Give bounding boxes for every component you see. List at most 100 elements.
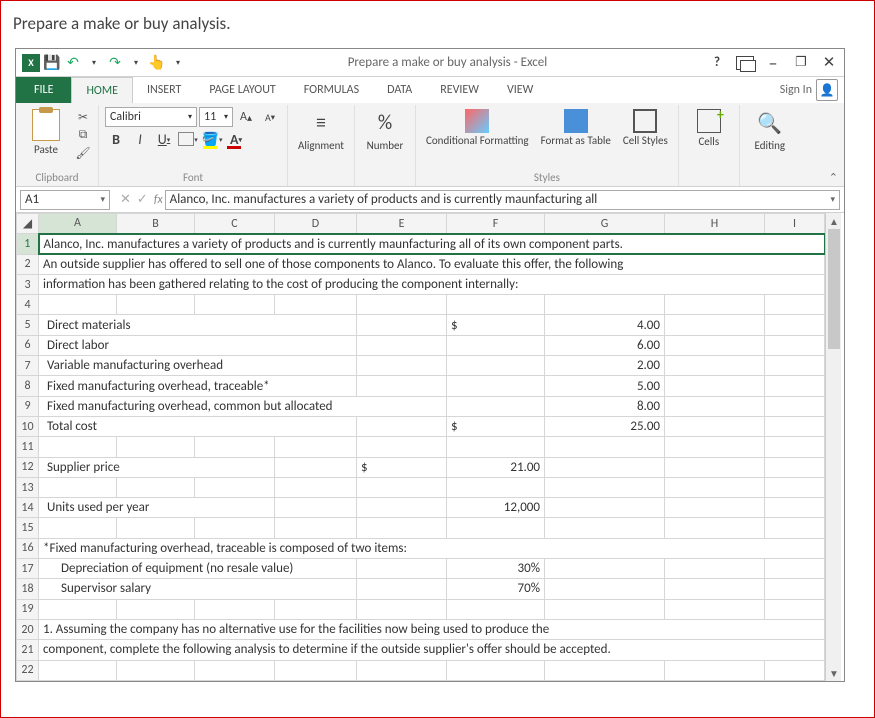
row-header-5[interactable]: 5 (17, 315, 39, 335)
cell-G9[interactable]: 8.00 (545, 396, 665, 416)
col-header-F[interactable]: F (447, 214, 545, 234)
col-header-G[interactable]: G (545, 214, 665, 234)
cell-A16[interactable]: *Fixed manufacturing overhead, traceable… (39, 538, 825, 558)
cell-F17[interactable]: 30% (447, 559, 545, 579)
shrink-font-icon[interactable]: A▾ (259, 107, 281, 127)
editing-button[interactable]: 🔍 Editing (746, 107, 794, 154)
formula-bar[interactable]: Alanco, Inc. manufactures a variety of p… (165, 190, 840, 210)
cell-F5[interactable]: $ (447, 315, 545, 335)
cell-A9[interactable]: Fixed manufacturing overhead, common but… (39, 396, 447, 416)
row-header-4[interactable]: 4 (17, 295, 39, 315)
tab-review[interactable]: REVIEW (426, 77, 493, 103)
cell-A17[interactable]: Depreciation of equipment (no resale val… (39, 559, 357, 579)
font-size-select[interactable]: 11▾ (199, 107, 233, 127)
help-icon[interactable]: ? (708, 54, 726, 72)
paste-button[interactable]: Paste (22, 107, 70, 158)
row-header-18[interactable]: 18 (17, 579, 39, 599)
collapse-ribbon-icon[interactable]: ⌃ (829, 171, 838, 184)
name-box[interactable]: A1▾ (20, 190, 110, 210)
row-header-15[interactable]: 15 (17, 518, 39, 538)
row-header-1[interactable]: 1 (17, 234, 39, 254)
col-header-E[interactable]: E (357, 214, 447, 234)
format-as-table-button[interactable]: Format as Table (537, 107, 615, 149)
bold-button[interactable]: B (105, 129, 127, 149)
cell-A3[interactable]: information has been gathered relating t… (39, 274, 825, 294)
select-all-cell[interactable]: ◢ (17, 214, 39, 234)
row-header-2[interactable]: 2 (17, 254, 39, 274)
cell-F14[interactable]: 12,000 (447, 498, 545, 518)
col-header-H[interactable]: H (665, 214, 765, 234)
cell-A7[interactable]: Variable manufacturing overhead (39, 356, 357, 376)
tab-formulas[interactable]: FORMULAS (290, 77, 373, 103)
row-header-22[interactable]: 22 (17, 660, 39, 680)
cell-F18[interactable]: 70% (447, 579, 545, 599)
scroll-down-icon[interactable]: ▼ (826, 665, 842, 681)
row-header-7[interactable]: 7 (17, 356, 39, 376)
col-header-C[interactable]: C (195, 214, 275, 234)
vertical-scrollbar[interactable]: ▲ ▼ (825, 213, 841, 681)
cell-A6[interactable]: Direct labor (39, 335, 357, 355)
cell-A18[interactable]: Supervisor salary (39, 579, 357, 599)
col-header-D[interactable]: D (275, 214, 357, 234)
cell-A5[interactable]: Direct materials (39, 315, 357, 335)
number-button[interactable]: % Number (361, 107, 409, 154)
fx-icon[interactable]: fx (154, 193, 163, 207)
close-icon[interactable]: ✕ (820, 54, 838, 72)
tab-view[interactable]: VIEW (493, 77, 547, 103)
row-header-9[interactable]: 9 (17, 396, 39, 416)
worksheet-grid[interactable]: ◢ A B C D E F G H I 1 Alanco, Inc. manuf… (16, 213, 844, 681)
row-header-17[interactable]: 17 (17, 559, 39, 579)
cell-styles-button[interactable]: Cell Styles (619, 107, 672, 149)
tab-insert[interactable]: INSERT (133, 77, 195, 103)
qat-more-icon[interactable]: ▾ (169, 54, 187, 72)
col-header-I[interactable]: I (765, 214, 825, 234)
font-color-icon[interactable]: A▾ (225, 129, 247, 149)
cell-A8[interactable]: Fixed manufacturing overhead, traceable* (39, 376, 357, 396)
conditional-formatting-button[interactable]: Conditional Formatting (422, 107, 533, 149)
cut-icon[interactable]: ✂ (74, 109, 92, 125)
copy-icon[interactable]: ⧉ (74, 127, 92, 143)
row-header-8[interactable]: 8 (17, 376, 39, 396)
tab-file[interactable]: FILE (16, 77, 71, 103)
touch-mode-icon[interactable]: 👆 (148, 54, 166, 72)
underline-button[interactable]: U ▾ (153, 129, 175, 149)
cell-G7[interactable]: 2.00 (545, 356, 665, 376)
cell-G6[interactable]: 6.00 (545, 335, 665, 355)
sign-in[interactable]: Sign In 👤 (774, 77, 844, 103)
row-header-10[interactable]: 10 (17, 416, 39, 436)
row-header-16[interactable]: 16 (17, 538, 39, 558)
row-header-13[interactable]: 13 (17, 477, 39, 497)
cell-A12[interactable]: Supplier price (39, 457, 275, 477)
fill-color-icon[interactable]: 🪣▾ (201, 129, 223, 149)
cell-A14[interactable]: Units used per year (39, 498, 275, 518)
maximize-icon[interactable]: ❐ (792, 54, 810, 72)
cell-A2[interactable]: An outside supplier has offered to sell … (39, 254, 825, 274)
cell-A20[interactable]: 1. Assuming the company has no alternati… (39, 619, 825, 639)
undo-icon[interactable]: ↶ (64, 54, 82, 72)
scroll-thumb[interactable] (828, 229, 840, 349)
border-icon[interactable]: ▾ (177, 129, 199, 149)
redo-icon[interactable]: ↷ (106, 54, 124, 72)
undo-menu-icon[interactable]: ▾ (85, 54, 103, 72)
ribbon-display-icon[interactable] (736, 54, 754, 72)
cell-A1[interactable]: Alanco, Inc. manufactures a variety of p… (39, 234, 825, 254)
format-painter-icon[interactable]: 🖌 (74, 145, 92, 161)
tab-pagelayout[interactable]: PAGE LAYOUT (195, 77, 289, 103)
cell-G5[interactable]: 4.00 (545, 315, 665, 335)
cell-E12[interactable]: $ (357, 457, 447, 477)
row-header-11[interactable]: 11 (17, 437, 39, 457)
redo-menu-icon[interactable]: ▾ (127, 54, 145, 72)
col-header-A[interactable]: A (39, 214, 117, 234)
tab-home[interactable]: HOME (71, 77, 133, 103)
grow-font-icon[interactable]: A▴ (235, 107, 257, 127)
row-header-20[interactable]: 20 (17, 619, 39, 639)
col-header-B[interactable]: B (117, 214, 195, 234)
row-header-21[interactable]: 21 (17, 640, 39, 660)
cell-A10[interactable]: Total cost (39, 416, 357, 436)
cell-F10[interactable]: $ (447, 416, 545, 436)
enter-formula-icon[interactable]: ✓ (137, 192, 148, 207)
row-header-19[interactable]: 19 (17, 599, 39, 619)
cell-F12[interactable]: 21.00 (447, 457, 545, 477)
tab-data[interactable]: DATA (373, 77, 426, 103)
cell-G10[interactable]: 25.00 (545, 416, 665, 436)
